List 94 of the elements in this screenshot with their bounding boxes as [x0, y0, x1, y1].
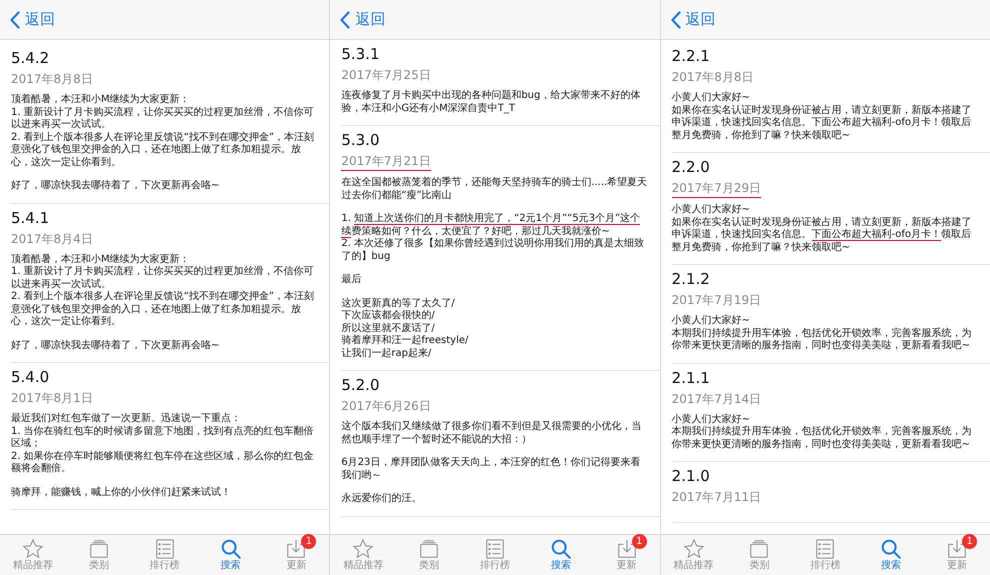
- star-icon: [22, 538, 44, 560]
- star-icon: [352, 538, 374, 560]
- version-number: 2.1.0: [672, 467, 711, 486]
- version-number: 5.3.0: [341, 131, 380, 150]
- notification-badge: 1: [301, 534, 316, 549]
- release-date: 2017年6月26日: [341, 398, 431, 415]
- release-note-text: 好了，哪凉快我去哪待着了，下次更新再会咯~: [11, 340, 220, 352]
- version-number: 5.4.0: [11, 368, 50, 387]
- notification-badge: 1: [962, 534, 978, 549]
- list-icon: [814, 538, 836, 560]
- download-tray-icon: [285, 538, 308, 560]
- notification-badge: 1: [632, 534, 647, 549]
- tab-bar-item[interactable]: 搜索: [198, 535, 264, 575]
- version-number: 2.2.0: [672, 158, 711, 177]
- version-number: 5.4.1: [11, 208, 50, 228]
- chevron-left-icon: [10, 10, 20, 28]
- release-note-text: 让我们一起rap起来/: [341, 348, 432, 360]
- chevron-left-icon: [670, 10, 681, 28]
- release-note-text: 本期我们持续提升用车体验，包括优化开锁效率，完善客服系统，为你带来更快更清晰的服务指南，同时也变得美美哒，更新看看我吧~: [672, 426, 973, 451]
- release-note-text: 所以这里就不废话了/: [341, 322, 436, 334]
- release-note-text: 2. 如果你在停车时能够顺便将红包车停在这些区域，那么你的红包金额将会翻倍。: [11, 450, 315, 476]
- release-note-text: 顶着酷暑，本汪和小M继续为大家更新：: [11, 254, 191, 266]
- release-note-text: 好了，哪凉快我去哪待着了，下次更新再会咯~: [11, 180, 220, 192]
- version-number: 5.2.0: [341, 376, 380, 395]
- release-note-text: 连夜修复了月卡购买中出现的各种问题和bug，给大家带来不好的体验，本汪和小G还有小M深深自责中T_T: [341, 90, 642, 115]
- tab-bar-item[interactable]: 排行榜: [132, 535, 198, 575]
- release-note-text: 如果你在实名认证时发现身份证被占用，请立刻更新，新版本搭建了申诉渠道，快速找回实名信息。下面公布超大福利-ofo月卡！领取后整月免费骑，你抢到了嘛？快来领取吧~: [672, 216, 973, 254]
- release-note-text: 本期我们持续提升用车体验，包括优化开锁效率，完善客服系统，为你带来更快更清晰的服务指南，同时也变得美美哒，更新看看我吧~: [672, 328, 973, 352]
- version-number: 5.3.1: [341, 45, 380, 64]
- release-note-text: 1. 重新设计了月卡购买流程，让你买买买的过程更加丝滑，不信你可以进来再买一次试试。: [11, 266, 315, 290]
- tab-bar-item[interactable]: 类别: [66, 535, 132, 575]
- tab-bar-item[interactable]: 搜索: [858, 535, 924, 575]
- release-note-text: 2. 看到上个版本很多人在评论里反馈说“找不到在哪交押金”，本汪刻意强化了钱包里交押金的入口，还在地图上做了红条加粗提示。放心，这次一定让你看到。: [11, 132, 316, 169]
- release-note-text: 永远爱你们的汪。: [341, 493, 422, 506]
- tab-bar-item[interactable]: 1 更新: [263, 535, 330, 575]
- release-date: 2017年7月25日: [341, 67, 431, 84]
- release-note-text: 如果你在实名认证时发现身份证被占用，请立刻更新，新版本搭建了申诉渠道，快速找回实名信息。下面公布超大福利-ofo月卡！领取后整月免费骑，你抢到了嘛？快来领取吧~: [672, 104, 973, 142]
- release-note-text: 小黄人们大家好~: [672, 204, 752, 216]
- release-note-text: 小黄人们大家好~: [672, 92, 752, 104]
- back-button[interactable]: 返回: [338, 8, 388, 31]
- release-note-text: 1. 当你在骑红包车的时候请多留意下地图，找到有点亮的红包车翻倍区域；: [11, 426, 315, 450]
- release-date: 2017年7月14日: [672, 390, 762, 408]
- release-date: 2017年8月8日: [672, 69, 754, 86]
- release-note-text: 在这全国都被蒸笼着的季节，还能每天坚持骑车的骑士们.....希望夏天过去你们都能“瘦”比南山: [341, 177, 648, 202]
- stacked-cards-icon: [748, 538, 770, 560]
- list-icon: [154, 538, 176, 560]
- release-note-text: 2. 本次还修了很多【如果你曾经遇到过说明你用我们用的真是太细致了的】bug: [341, 238, 646, 263]
- tab-bar-item[interactable]: 排行榜: [792, 535, 858, 575]
- tab-bar-item[interactable]: 1 更新: [594, 535, 660, 575]
- tab-bar-item[interactable]: 搜索: [528, 535, 594, 575]
- tab-bar-item[interactable]: 精品推荐: [330, 535, 396, 575]
- release-note-text: 6月23日，摩拜团队做客天天向上，本汪穿的红色！你们记得要来看我们哟～: [341, 457, 642, 482]
- back-button[interactable]: 返回: [8, 8, 57, 31]
- release-note-text: 1. 知道上次送你们的月卡都快用完了，“2元1个月”“5元3个月”这个续费策略如何？什么，太便宜了？好吧，那过几天我就涨价~: [341, 213, 642, 238]
- version-number: 2.1.1: [672, 368, 711, 388]
- release-date: 2017年7月21日: [341, 153, 431, 171]
- release-note-text: 这次更新真的等了太久了/: [341, 298, 456, 310]
- release-date: 2017年8月4日: [11, 230, 93, 248]
- release-note-text: 这个版本我们又继续做了很多你们看不到但是又很需要的小优化，当然也顺手埋了一个暂时还不能说的大招：）: [341, 421, 642, 446]
- download-tray-icon: [946, 538, 968, 560]
- release-note-text: 最近我们对红包车做了一次更新。迅速说一下重点：: [11, 413, 242, 426]
- version-number: 2.1.2: [672, 270, 711, 289]
- search-icon: [880, 538, 902, 560]
- release-note-text: 最后: [341, 274, 362, 286]
- back-button[interactable]: 返回: [668, 8, 718, 31]
- tab-bar-item[interactable]: 精品推荐: [660, 535, 727, 575]
- chevron-left-icon: [340, 10, 350, 28]
- tab-bar-item[interactable]: 排行榜: [462, 535, 528, 575]
- version-number: 2.2.1: [672, 47, 711, 66]
- version-number: 5.4.2: [11, 49, 50, 68]
- stacked-cards-icon: [88, 538, 110, 560]
- release-date: 2017年7月29日: [672, 180, 762, 198]
- release-note-text: 下次应该都会很快的/: [341, 310, 436, 322]
- release-note-text: 骑着摩拜和汪一起freestyle/: [341, 335, 470, 348]
- download-tray-icon: [616, 538, 638, 560]
- release-note-text: 小黄人们大家好~: [672, 414, 752, 426]
- search-icon: [220, 538, 242, 560]
- search-icon: [550, 538, 572, 560]
- release-note-text: 顶着酷暑，本汪和小M继续为大家更新：: [11, 94, 191, 106]
- tab-bar-item[interactable]: 精品推荐: [0, 535, 66, 575]
- release-note-text: 1. 重新设计了月卡购买流程，让你买买买的过程更加丝滑，不信你可以进来再买一次试试。: [11, 106, 315, 132]
- release-note-text: 骑摩拜，能赚钱，喊上你的小伙伴们赶紧来试试！: [11, 486, 232, 499]
- release-date: 2017年8月1日: [11, 390, 93, 407]
- release-date: 2017年8月8日: [11, 71, 93, 88]
- list-icon: [484, 538, 506, 560]
- stacked-cards-icon: [418, 538, 440, 560]
- star-icon: [682, 538, 705, 560]
- release-date: 2017年7月11日: [672, 489, 762, 506]
- tab-bar-item[interactable]: 类别: [726, 535, 792, 575]
- release-note-text: 小黄人们大家好~: [672, 315, 752, 328]
- tab-bar-item[interactable]: 1 更新: [924, 535, 990, 575]
- release-note-text: 2. 看到上个版本很多人在评论里反馈说“找不到在哪交押金”，本汪刻意强化了钱包里交押金的入口，还在地图上做了红条加粗提示。放心，这次一定让你看到。: [11, 291, 316, 328]
- release-date: 2017年7月19日: [672, 292, 762, 309]
- tab-bar-item[interactable]: 类别: [396, 535, 462, 575]
